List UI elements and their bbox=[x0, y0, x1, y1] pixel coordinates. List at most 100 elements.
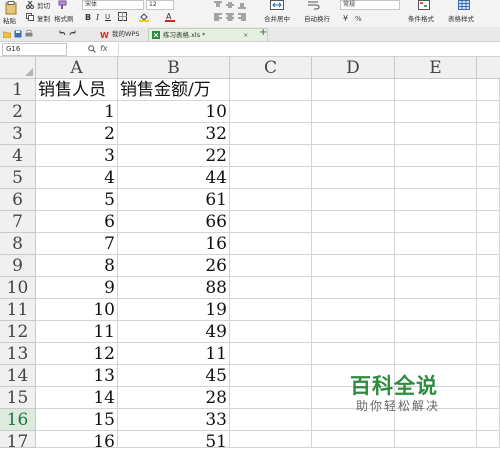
cell-empty[interactable] bbox=[312, 233, 395, 255]
row-header[interactable]: 6 bbox=[0, 189, 36, 211]
cell-empty[interactable] bbox=[230, 211, 312, 233]
cell-empty[interactable] bbox=[312, 189, 395, 211]
row-header[interactable]: 12 bbox=[0, 321, 36, 343]
cell-empty[interactable] bbox=[395, 123, 477, 145]
cell-empty[interactable] bbox=[477, 79, 500, 101]
cell-sales-amount[interactable]: 销售金额/万 bbox=[118, 79, 230, 101]
cell-sales-amount[interactable]: 10 bbox=[118, 101, 230, 123]
row-header[interactable]: 16 bbox=[0, 409, 36, 431]
italic-icon[interactable]: I bbox=[95, 12, 103, 21]
cell-salesperson[interactable]: 12 bbox=[36, 343, 118, 365]
cell-empty[interactable] bbox=[395, 233, 477, 255]
cell-salesperson[interactable]: 6 bbox=[36, 211, 118, 233]
cell-empty[interactable] bbox=[312, 343, 395, 365]
cell-empty[interactable] bbox=[477, 145, 500, 167]
cell-empty[interactable] bbox=[395, 189, 477, 211]
cell-empty[interactable] bbox=[477, 255, 500, 277]
cell-empty[interactable] bbox=[477, 189, 500, 211]
cell-empty[interactable] bbox=[477, 387, 500, 409]
cell-salesperson[interactable]: 2 bbox=[36, 123, 118, 145]
cell-empty[interactable] bbox=[230, 431, 312, 448]
cell-empty[interactable] bbox=[477, 277, 500, 299]
font-color-icon[interactable]: A bbox=[165, 12, 175, 22]
row-header[interactable]: 13 bbox=[0, 343, 36, 365]
cell-empty[interactable] bbox=[477, 343, 500, 365]
table-style-button[interactable]: 表格样式 bbox=[448, 13, 474, 23]
copy-button[interactable]: 复制 bbox=[37, 13, 50, 23]
cell-empty[interactable] bbox=[312, 167, 395, 189]
cell-salesperson[interactable]: 11 bbox=[36, 321, 118, 343]
cell-sales-amount[interactable]: 33 bbox=[118, 409, 230, 431]
column-header-c[interactable]: C bbox=[230, 57, 312, 79]
print-icon[interactable] bbox=[25, 30, 33, 38]
cell-empty[interactable] bbox=[230, 145, 312, 167]
cell-sales-amount[interactable]: 88 bbox=[118, 277, 230, 299]
cell-empty[interactable] bbox=[230, 277, 312, 299]
merge-center-icon[interactable] bbox=[270, 0, 284, 10]
tab-my-wps[interactable]: W 我的WPS bbox=[98, 28, 154, 40]
cell-empty[interactable] bbox=[395, 321, 477, 343]
select-all-corner[interactable] bbox=[0, 57, 36, 79]
cell-empty[interactable] bbox=[230, 409, 312, 431]
cell-salesperson[interactable]: 4 bbox=[36, 167, 118, 189]
tab-practice-sheet[interactable]: 练习表格.xls * × bbox=[148, 28, 268, 41]
open-file-icon[interactable] bbox=[3, 30, 11, 38]
cell-empty[interactable] bbox=[230, 79, 312, 101]
cell-salesperson[interactable]: 9 bbox=[36, 277, 118, 299]
column-header-d[interactable]: D bbox=[312, 57, 395, 79]
cell-empty[interactable] bbox=[477, 101, 500, 123]
cell-empty[interactable] bbox=[477, 233, 500, 255]
cell-salesperson[interactable]: 3 bbox=[36, 145, 118, 167]
font-name-select[interactable]: 宋体 bbox=[82, 0, 144, 10]
column-header-a[interactable]: A bbox=[36, 57, 118, 79]
cell-salesperson[interactable]: 销售人员 bbox=[36, 79, 118, 101]
cell-sales-amount[interactable]: 19 bbox=[118, 299, 230, 321]
cell-sales-amount[interactable]: 61 bbox=[118, 189, 230, 211]
number-format-select[interactable]: 常规 bbox=[340, 0, 400, 10]
cell-salesperson[interactable]: 1 bbox=[36, 101, 118, 123]
cell-empty[interactable] bbox=[312, 101, 395, 123]
row-header[interactable]: 3 bbox=[0, 123, 36, 145]
cell-empty[interactable] bbox=[395, 431, 477, 448]
cell-empty[interactable] bbox=[477, 431, 500, 448]
cell-empty[interactable] bbox=[230, 365, 312, 387]
row-header[interactable]: 1 bbox=[0, 79, 36, 101]
cell-sales-amount[interactable]: 45 bbox=[118, 365, 230, 387]
cell-empty[interactable] bbox=[395, 145, 477, 167]
cell-sales-amount[interactable]: 28 bbox=[118, 387, 230, 409]
align-right-icon[interactable] bbox=[238, 13, 246, 21]
insert-function-button[interactable]: fx bbox=[100, 44, 108, 53]
cell-empty[interactable] bbox=[230, 387, 312, 409]
cell-empty[interactable] bbox=[395, 101, 477, 123]
cell-sales-amount[interactable]: 16 bbox=[118, 233, 230, 255]
redo-icon[interactable] bbox=[69, 30, 77, 38]
row-header[interactable]: 10 bbox=[0, 277, 36, 299]
cell-salesperson[interactable]: 5 bbox=[36, 189, 118, 211]
cell-sales-amount[interactable]: 66 bbox=[118, 211, 230, 233]
row-header[interactable]: 11 bbox=[0, 299, 36, 321]
column-header-b[interactable]: B bbox=[118, 57, 230, 79]
cell-empty[interactable] bbox=[312, 79, 395, 101]
cell-empty[interactable] bbox=[477, 211, 500, 233]
currency-icon[interactable]: ¥ bbox=[343, 13, 351, 22]
underline-icon[interactable]: U bbox=[104, 12, 112, 21]
row-header[interactable]: 14 bbox=[0, 365, 36, 387]
fill-color-icon[interactable] bbox=[139, 12, 149, 22]
cell-empty[interactable] bbox=[312, 321, 395, 343]
cell-empty[interactable] bbox=[477, 321, 500, 343]
cell-sales-amount[interactable]: 44 bbox=[118, 167, 230, 189]
cell-empty[interactable] bbox=[312, 145, 395, 167]
copy-icon[interactable] bbox=[26, 13, 34, 21]
cell-empty[interactable] bbox=[312, 255, 395, 277]
cell-empty[interactable] bbox=[395, 255, 477, 277]
percent-icon[interactable]: % bbox=[355, 13, 363, 22]
cell-sales-amount[interactable]: 11 bbox=[118, 343, 230, 365]
cell-empty[interactable] bbox=[395, 211, 477, 233]
row-header[interactable]: 4 bbox=[0, 145, 36, 167]
cell-empty[interactable] bbox=[230, 321, 312, 343]
cell-empty[interactable] bbox=[312, 431, 395, 448]
cell-empty[interactable] bbox=[477, 123, 500, 145]
cell-empty[interactable] bbox=[230, 233, 312, 255]
cell-salesperson[interactable]: 15 bbox=[36, 409, 118, 431]
cell-salesperson[interactable]: 13 bbox=[36, 365, 118, 387]
